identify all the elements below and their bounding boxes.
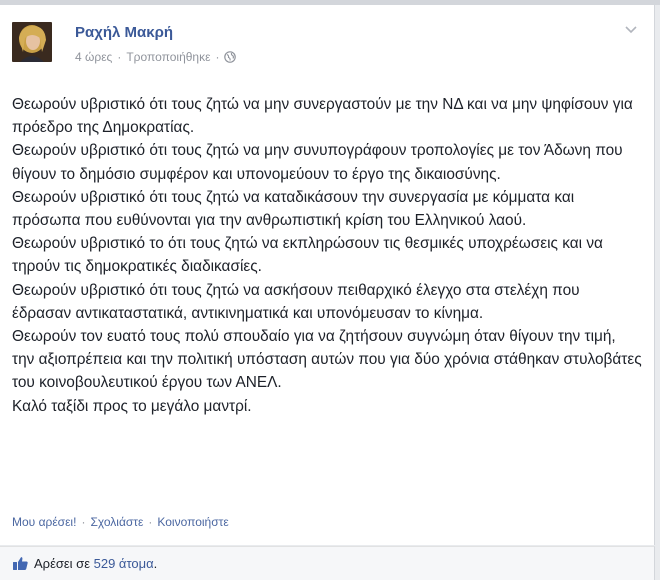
- post-timestamp[interactable]: 4 ώρες: [75, 50, 112, 64]
- chevron-down-icon[interactable]: [624, 25, 638, 35]
- meta-separator: ·: [117, 50, 122, 64]
- post-card: Ραχήλ Μακρή 4 ώρες · Τροποποιήθηκε · Θεω…: [0, 5, 655, 545]
- post-paragraph: Καλό ταξίδι προς το μεγάλο μαντρί.: [12, 397, 252, 415]
- post-paragraph: Θεωρούν υβριστικό ότι τους ζητώ να μην σ…: [12, 96, 633, 137]
- author-name[interactable]: Ραχήλ Μακρή: [75, 24, 173, 41]
- likes-count-link[interactable]: 529 άτομα: [94, 556, 154, 571]
- comment-link[interactable]: Σχολιάστε: [90, 515, 143, 529]
- action-separator: ·: [148, 515, 153, 529]
- meta-separator: ·: [215, 50, 220, 64]
- likes-summary: Αρέσει σε 529 άτομα.: [34, 556, 157, 571]
- post-paragraph: Θεωρούν υβριστικό ότι τους ζητώ να ασκήσ…: [12, 281, 580, 322]
- post-body: Θεωρούν υβριστικό ότι τους ζητώ να μην σ…: [12, 93, 642, 418]
- post-meta: 4 ώρες · Τροποποιήθηκε ·: [75, 50, 237, 64]
- post-paragraph: Θεωρούν υβριστικό ότι τους ζητώ να μην σ…: [12, 142, 623, 183]
- edited-label[interactable]: Τροποποιήθηκε: [126, 50, 210, 64]
- action-separator: ·: [81, 515, 86, 529]
- avatar[interactable]: [12, 22, 52, 62]
- globe-icon[interactable]: [224, 51, 237, 63]
- post-actions: Μου αρέσει! · Σχολιάστε · Κοινοποιήστε: [12, 515, 229, 529]
- post-paragraph: Θεωρούν τον ευατό τους πολύ σπουδαίο για…: [12, 328, 642, 392]
- post-paragraph: Θεωρούν υβριστικό ότι τους ζητώ να καταδ…: [12, 188, 575, 230]
- like-link[interactable]: Μου αρέσει!: [12, 515, 76, 529]
- post-paragraph: Θεωρούν υβριστικό το ότι τους ζητώ να εκ…: [12, 235, 603, 276]
- likes-bar: Αρέσει σε 529 άτομα.: [0, 546, 655, 580]
- likes-prefix: Αρέσει σε: [34, 556, 90, 571]
- page: Ραχήλ Μακρή 4 ώρες · Τροποποιήθηκε · Θεω…: [0, 0, 660, 580]
- likes-suffix: .: [153, 556, 158, 571]
- share-link[interactable]: Κοινοποιήστε: [157, 515, 228, 529]
- thumbs-up-icon: [13, 557, 28, 570]
